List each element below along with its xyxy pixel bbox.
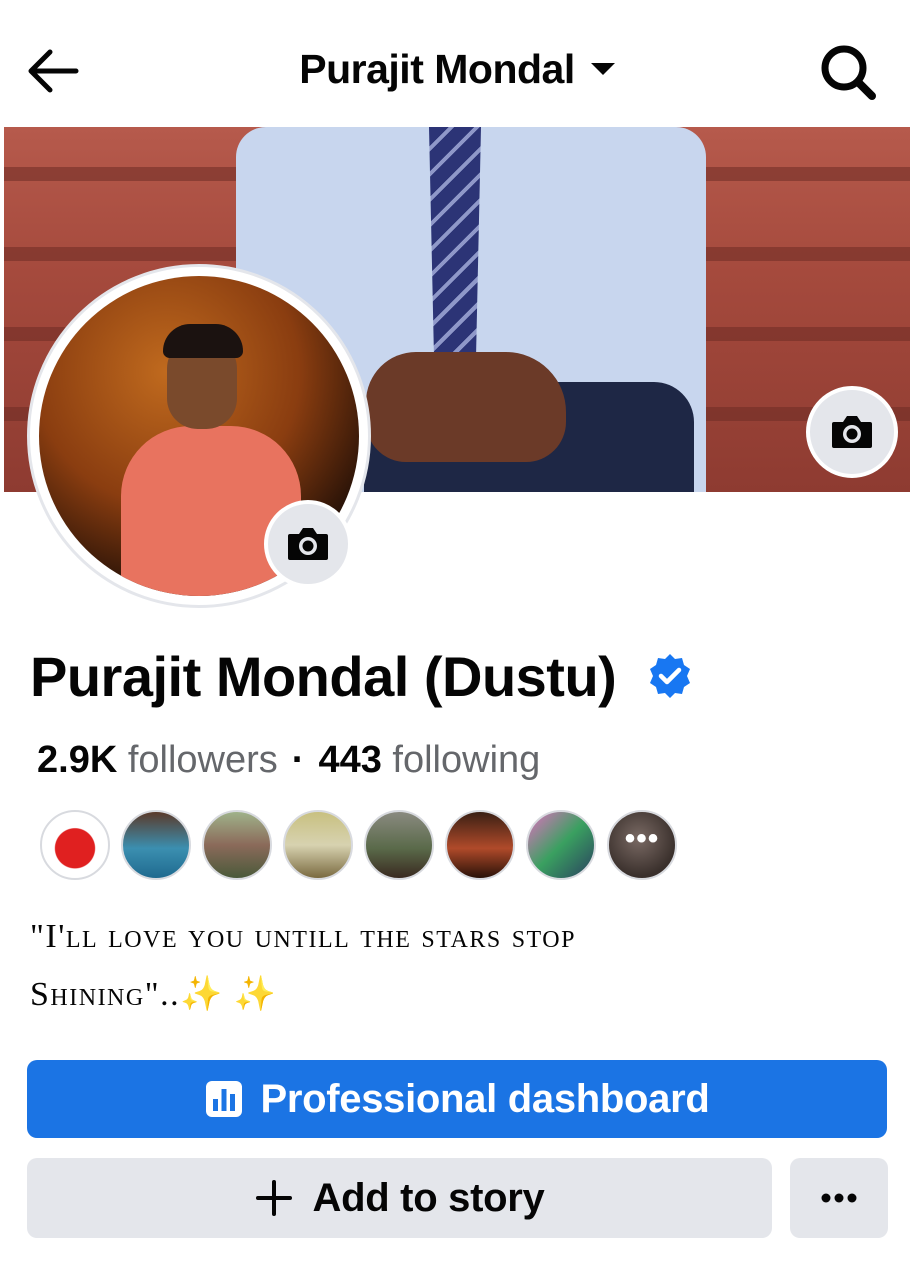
follower-avatar[interactable]	[445, 810, 515, 880]
camera-icon	[832, 416, 872, 448]
follower-avatar[interactable]	[40, 810, 110, 880]
see-more-followers-button[interactable]: •••	[607, 810, 677, 880]
cover-figure-hands	[366, 352, 566, 462]
more-dots-icon: •••	[624, 822, 660, 855]
top-bar: Purajit Mondal	[0, 0, 914, 127]
bio-line: Shining"..✨ ✨	[30, 976, 278, 1013]
professional-dashboard-button[interactable]: Professional dashboard	[27, 1060, 887, 1138]
camera-icon	[288, 528, 328, 560]
add-to-story-button[interactable]: Add to story	[27, 1158, 772, 1238]
follower-avatar[interactable]	[121, 810, 191, 880]
more-horizontal-icon	[821, 1193, 857, 1203]
plus-icon	[255, 1180, 292, 1216]
profile-switcher[interactable]: Purajit Mondal	[299, 40, 615, 98]
follower-avatar[interactable]	[364, 810, 434, 880]
followers-link[interactable]: 2.9K followers	[37, 739, 278, 781]
search-icon	[821, 45, 876, 100]
search-button[interactable]	[814, 40, 882, 102]
following-link[interactable]: 443 following	[318, 739, 540, 781]
caret-down-icon	[590, 63, 615, 76]
profile-name: Purajit Mondal (Dustu)	[30, 644, 617, 708]
professional-dashboard-label: Professional dashboard	[260, 1076, 710, 1121]
follower-avatar[interactable]	[202, 810, 272, 880]
followers-count: 2.9K	[37, 739, 118, 781]
more-options-button[interactable]	[790, 1158, 888, 1238]
follower-avatar[interactable]	[283, 810, 353, 880]
profile-bio: "I'll love you untill the stars stop Shi…	[30, 908, 890, 1024]
dashboard-chart-icon	[206, 1081, 243, 1117]
follow-stats: 2.9K followers · 443 following	[37, 735, 540, 785]
separator-dot: ·	[291, 739, 305, 781]
page-title: Purajit Mondal	[299, 46, 575, 92]
add-to-story-label: Add to story	[312, 1175, 545, 1220]
following-count: 443	[318, 739, 382, 781]
verified-badge-icon[interactable]	[646, 652, 694, 700]
edit-cover-photo-button[interactable]	[806, 386, 898, 478]
follower-avatar[interactable]	[526, 810, 596, 880]
profile-name-row: Purajit Mondal (Dustu)	[30, 640, 694, 712]
cover-figure-tie	[429, 127, 481, 367]
bio-line: "I'll love you untill the stars stop	[30, 918, 576, 955]
followers-label: followers	[127, 739, 278, 781]
edit-profile-picture-button[interactable]	[264, 500, 352, 588]
following-label: following	[392, 739, 541, 781]
